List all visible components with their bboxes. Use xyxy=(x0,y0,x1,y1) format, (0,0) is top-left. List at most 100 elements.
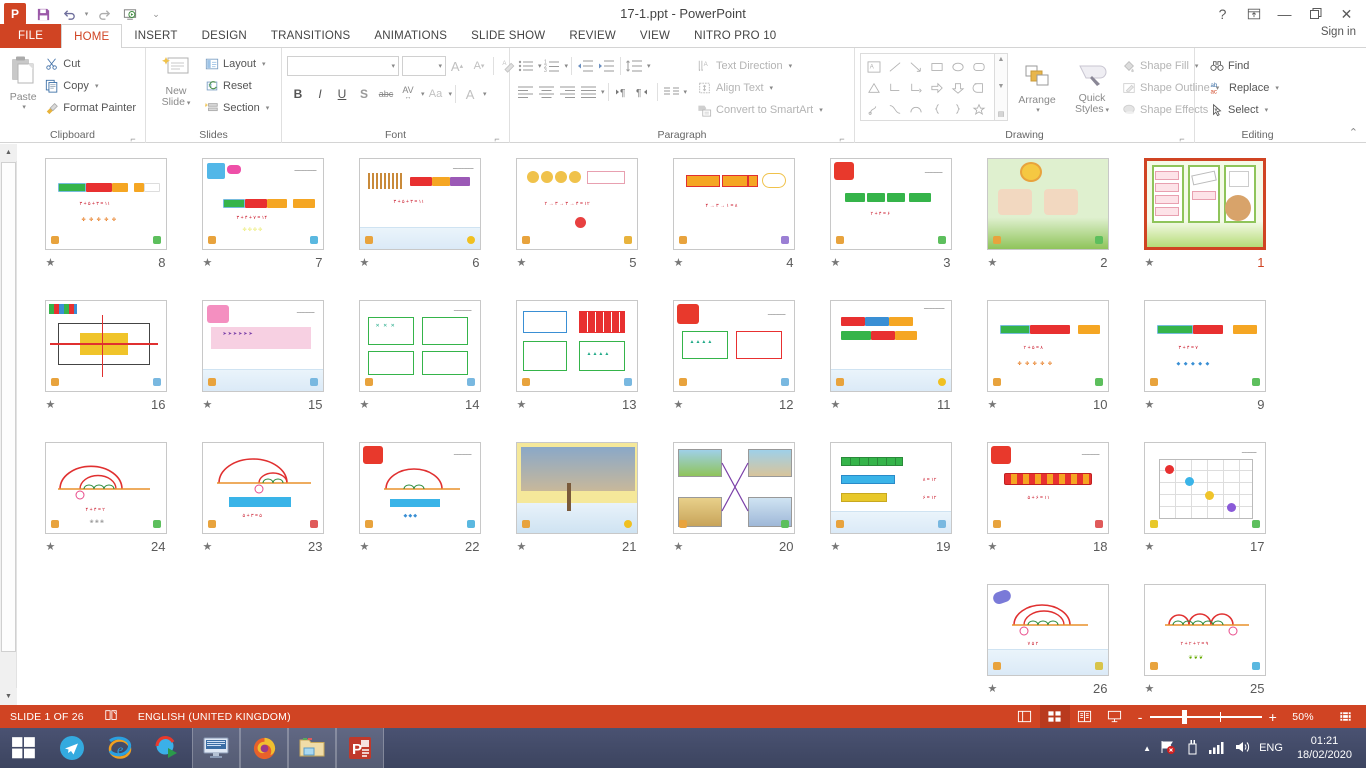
justify-icon[interactable] xyxy=(578,81,599,102)
animation-star-icon[interactable]: ★ xyxy=(674,256,684,269)
slide-thumbnail-26[interactable]: ۷ ۵ ۲ ★ 26 xyxy=(969,578,1126,720)
freeform-shape-icon[interactable] xyxy=(863,98,884,119)
slide-thumbnail-20[interactable]: ★ 20 xyxy=(655,436,812,578)
tab-design[interactable]: DESIGN xyxy=(190,24,259,48)
numbering-dropdown-icon[interactable]: ▾ xyxy=(565,62,569,70)
arrange-button[interactable]: Arrange ▾ xyxy=(1008,60,1066,114)
star-shape-icon[interactable] xyxy=(968,98,989,119)
zoom-slider-thumb[interactable] xyxy=(1182,710,1187,724)
text-direction-button[interactable]: A Text Direction ▾ xyxy=(693,55,827,77)
animation-star-icon[interactable]: ★ xyxy=(360,398,370,411)
animation-star-icon[interactable]: ★ xyxy=(360,256,370,269)
zoom-slider[interactable] xyxy=(1150,716,1262,718)
tab-file[interactable]: FILE xyxy=(0,24,61,48)
vertical-scrollbar[interactable]: ▲ ▼ xyxy=(0,144,17,705)
text-shadow-button[interactable]: S xyxy=(353,83,375,105)
down-arrow-shape-icon[interactable] xyxy=(947,77,968,98)
paste-button[interactable]: Paste ▾ xyxy=(5,51,41,111)
slide-thumbnail-23[interactable]: ۵ + ۳ = ۵ ★ 23 xyxy=(184,436,341,578)
clock[interactable]: 01:21 18/02/2020 xyxy=(1291,734,1358,762)
animation-star-icon[interactable]: ★ xyxy=(831,398,841,411)
align-left-icon[interactable] xyxy=(515,81,536,102)
firefox-icon[interactable] xyxy=(240,728,288,768)
elbow-connector-icon[interactable] xyxy=(884,77,905,98)
line-spacing-dropdown-icon[interactable]: ▾ xyxy=(647,62,651,70)
usb-device-icon[interactable] xyxy=(1185,739,1200,758)
underline-button[interactable]: U xyxy=(331,83,353,105)
font-name-dropdown-icon[interactable]: ▾ xyxy=(391,62,395,70)
increase-font-size-button[interactable]: A▴ xyxy=(446,55,468,77)
replace-button[interactable]: abac Replace ▾ xyxy=(1206,77,1283,99)
slide-thumbnail-25[interactable]: ۲ + ۲ + ۲ = ۹ ❦❦❦ ★ 25 xyxy=(1126,578,1283,720)
select-dropdown-icon[interactable]: ▾ xyxy=(1265,106,1269,114)
convert-to-smartart-button[interactable]: Convert to SmartArt ▾ xyxy=(693,99,827,121)
columns-dropdown-icon[interactable]: ▾ xyxy=(684,88,688,96)
animation-star-icon[interactable]: ★ xyxy=(360,540,370,553)
reset-button[interactable]: Reset xyxy=(201,75,273,97)
layout-dropdown-icon[interactable]: ▾ xyxy=(262,60,266,68)
redo-icon[interactable] xyxy=(91,2,117,26)
powerpoint-icon[interactable]: P xyxy=(336,728,384,768)
file-explorer-icon[interactable] xyxy=(288,728,336,768)
tab-insert[interactable]: INSERT xyxy=(122,24,189,48)
animation-star-icon[interactable]: ★ xyxy=(831,540,841,553)
italic-button[interactable]: I xyxy=(309,83,331,105)
left-brace-shape-icon[interactable] xyxy=(926,98,947,119)
zoom-percent-label[interactable]: 50% xyxy=(1284,711,1322,723)
zoom-in-button[interactable]: + xyxy=(1269,709,1277,725)
triangle-shape-icon[interactable] xyxy=(863,77,884,98)
select-button[interactable]: Select ▾ xyxy=(1206,99,1283,121)
format-painter-button[interactable]: Format Painter xyxy=(41,97,140,119)
language-indicator[interactable]: ENGLISH (UNITED KINGDOM) xyxy=(128,705,301,728)
bullets-icon[interactable] xyxy=(515,55,536,76)
text-direction-ltr-icon[interactable]: ¶ xyxy=(612,81,633,102)
oval-shape-icon[interactable] xyxy=(947,56,968,77)
telegram-icon[interactable] xyxy=(48,728,96,768)
quick-styles-button[interactable]: Quick Styles▾ xyxy=(1066,58,1118,116)
animation-star-icon[interactable]: ★ xyxy=(1145,398,1155,411)
replace-dropdown-icon[interactable]: ▾ xyxy=(1275,84,1279,92)
arc-shape-icon[interactable] xyxy=(905,98,926,119)
align-text-button[interactable]: Align Text ▾ xyxy=(693,77,827,99)
copy-button[interactable]: Copy ▾ xyxy=(41,75,140,97)
slide-thumbnail-2[interactable]: ★ 2 xyxy=(969,152,1126,294)
internet-explorer-icon[interactable]: e xyxy=(96,728,144,768)
slide-thumbnail-18[interactable]: ــــــــــــ ۵ + ۶ = ۱۱ ★ 18 xyxy=(969,436,1126,578)
text-direction-dropdown-icon[interactable]: ▾ xyxy=(789,62,793,70)
smartart-dropdown-icon[interactable]: ▾ xyxy=(819,106,823,114)
font-size-input[interactable]: ▾ xyxy=(402,56,446,76)
animation-star-icon[interactable]: ★ xyxy=(46,256,56,269)
slide-thumbnail-1[interactable]: ★ 1 xyxy=(1126,152,1283,294)
decrease-indent-icon[interactable] xyxy=(575,55,596,76)
slide-thumbnail-21[interactable]: ★ 21 xyxy=(498,436,655,578)
text-box-shape-icon[interactable]: A xyxy=(863,56,884,77)
strikethrough-button[interactable]: abc xyxy=(375,83,397,105)
tab-home[interactable]: HOME xyxy=(61,24,122,49)
sign-in-link[interactable]: Sign in xyxy=(1321,26,1356,38)
slide-thumbnail-14[interactable]: ــــــــــــ ✕ ✕ ✕ ★ 14 xyxy=(341,294,498,436)
animation-star-icon[interactable]: ★ xyxy=(831,256,841,269)
start-from-beginning-icon[interactable] xyxy=(117,2,143,26)
rounded-rectangle-shape-icon[interactable] xyxy=(968,56,989,77)
animation-star-icon[interactable]: ★ xyxy=(988,398,998,411)
slide-thumbnail-19[interactable]: ۸ = ۱۲ ۶ = ۱۲ ★ 19 xyxy=(812,436,969,578)
font-color-button[interactable]: A xyxy=(459,83,481,105)
align-right-icon[interactable] xyxy=(557,81,578,102)
quick-styles-dropdown-icon[interactable]: ▾ xyxy=(1106,107,1110,114)
bold-button[interactable]: B xyxy=(287,83,309,105)
section-button[interactable]: Section ▾ xyxy=(201,97,273,119)
copy-dropdown-icon[interactable]: ▾ xyxy=(95,82,99,90)
animation-star-icon[interactable]: ★ xyxy=(1145,682,1155,695)
decrease-font-size-button[interactable]: A▾ xyxy=(468,55,490,77)
tab-nitro-pro[interactable]: NITRO PRO 10 xyxy=(682,24,788,48)
show-hidden-icons-button[interactable]: ▲ xyxy=(1143,744,1151,753)
font-name-input[interactable]: ▾ xyxy=(287,56,399,76)
scrollbar-thumb[interactable] xyxy=(1,162,16,652)
animation-star-icon[interactable]: ★ xyxy=(203,540,213,553)
shapes-gallery-scrollbar[interactable]: ▲ ▼ ▤ xyxy=(995,53,1008,121)
slide-show-view-button[interactable] xyxy=(1100,705,1130,728)
arrange-dropdown-icon[interactable]: ▾ xyxy=(1036,106,1040,114)
animation-star-icon[interactable]: ★ xyxy=(203,256,213,269)
right-arrow-shape-icon[interactable] xyxy=(926,77,947,98)
undo-dropdown-icon[interactable]: ▾ xyxy=(82,2,91,26)
